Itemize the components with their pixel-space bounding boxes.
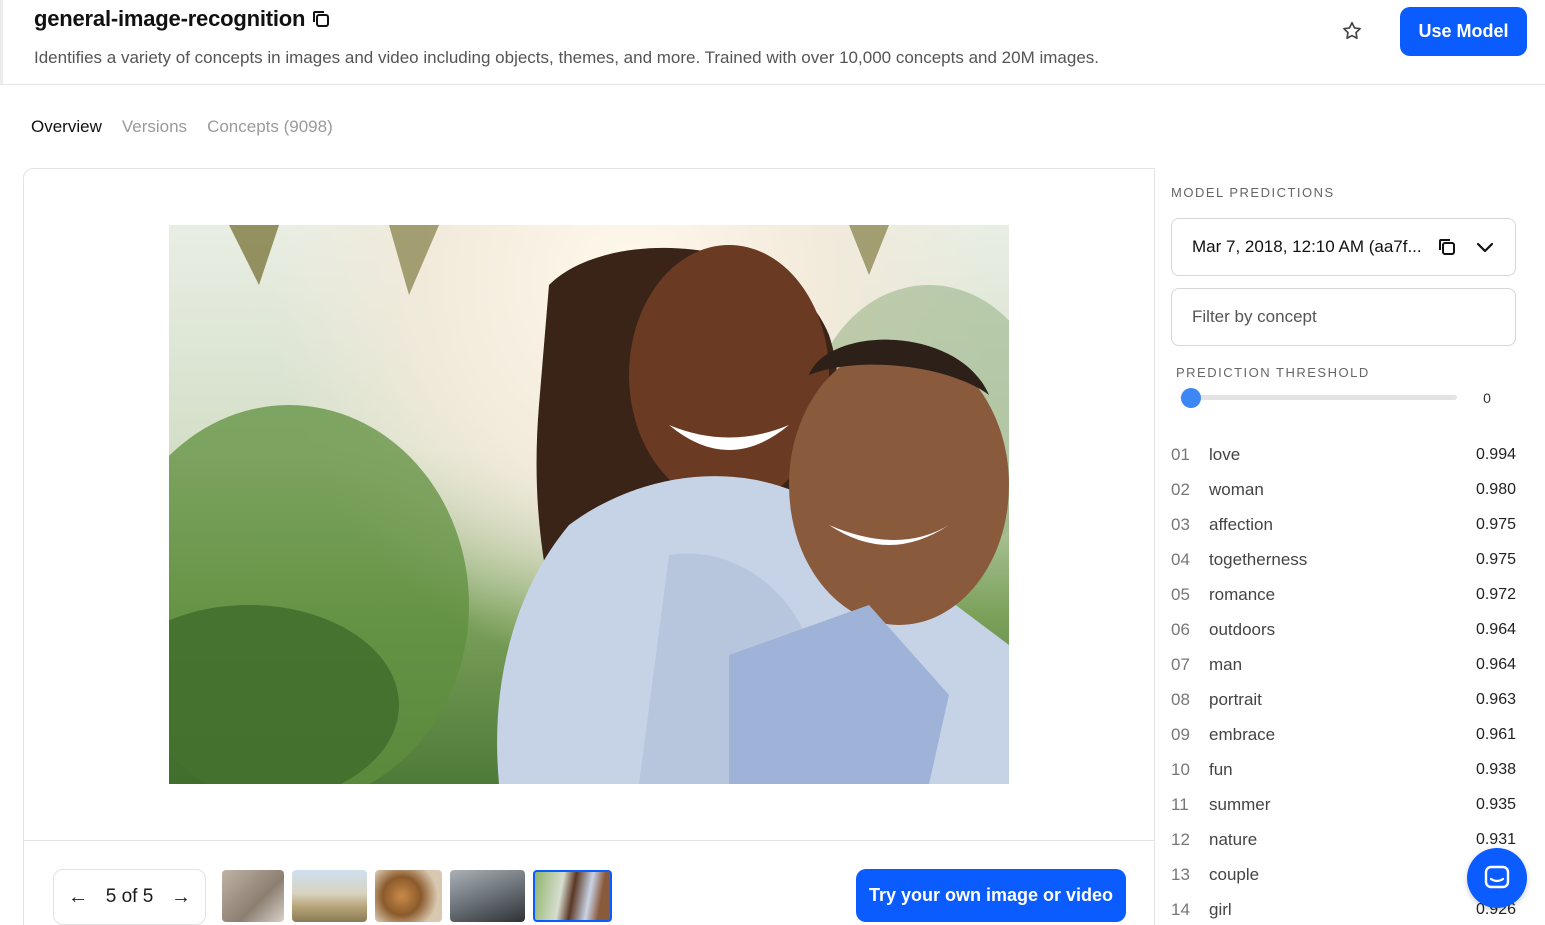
prediction-score: 0.961 [1475,725,1516,743]
predictions-heading: MODEL PREDICTIONS [1171,185,1335,200]
thumbnail-strip [222,870,612,922]
image-pager: ← 5 of 5 → [53,869,206,925]
tab-bar: Overview Versions Concepts (9098) [31,117,333,137]
model-title: general-image-recognition [34,6,306,31]
prediction-index: 14 [1171,899,1190,919]
prediction-score: 0.980 [1475,480,1516,498]
prediction-score: 0.931 [1475,830,1516,848]
thumbnail-3[interactable] [375,870,442,922]
prediction-concept: man [1209,654,1243,674]
version-select-value: Mar 7, 2018, 12:10 AM (aa7f... [1192,237,1422,256]
chat-support-icon[interactable] [1467,848,1527,908]
prediction-concept: portrait [1209,689,1262,709]
prediction-score: 0.994 [1475,445,1516,463]
prediction-index: 06 [1171,619,1190,639]
prediction-concept: fun [1209,759,1233,779]
threshold-slider-handle[interactable] [1181,388,1201,408]
page-header: general-image-recognition Identifies a v… [0,0,1545,85]
prediction-index: 10 [1171,759,1190,779]
prediction-score: 0.975 [1475,550,1516,568]
prediction-row: 10 fun 0.938 [1171,752,1516,787]
preview-divider [24,840,1154,841]
prediction-index: 08 [1171,689,1190,709]
prediction-concept: nature [1209,829,1258,849]
preview-panel: ← 5 of 5 → Try your own image or video [23,168,1155,925]
pager-text: 5 of 5 [105,886,154,907]
prediction-index: 13 [1171,864,1190,884]
tab-versions[interactable]: Versions [122,117,187,137]
title-row: general-image-recognition [34,6,331,32]
prediction-row: 12 nature 0.931 [1171,822,1516,857]
next-arrow-icon[interactable]: → [171,886,191,909]
prediction-row: 02 woman 0.980 [1171,472,1516,507]
prediction-row: 03 affection 0.975 [1171,507,1516,542]
prediction-row: 05 romance 0.972 [1171,577,1516,612]
prediction-row: 01 love 0.994 [1171,437,1516,472]
prediction-score: 0.935 [1475,795,1516,813]
prediction-row: 04 togetherness 0.975 [1171,542,1516,577]
prediction-score: 0.964 [1475,620,1516,638]
prev-arrow-icon[interactable]: ← [68,886,88,909]
prediction-index: 04 [1171,549,1190,569]
prediction-index: 03 [1171,514,1190,534]
prediction-score: 0.963 [1475,690,1516,708]
try-own-image-button[interactable]: Try your own image or video [856,869,1126,922]
prediction-concept: summer [1209,794,1271,814]
star-icon[interactable] [1338,17,1366,45]
prediction-row: 11 summer 0.935 [1171,787,1516,822]
predictions-list: 01 love 0.994 02 woman 0.980 03 affection 0.97… [1171,437,1516,925]
prediction-index: 07 [1171,654,1190,674]
threshold-value[interactable]: 0 [1473,387,1501,409]
prediction-concept: girl [1209,899,1232,919]
chevron-down-icon [1475,237,1495,257]
tab-overview[interactable]: Overview [31,117,102,137]
threshold-slider-track[interactable] [1180,395,1457,400]
prediction-index: 12 [1171,829,1190,849]
preview-image [169,225,1009,784]
prediction-row: 08 portrait 0.963 [1171,682,1516,717]
prediction-row: 14 girl 0.926 [1171,892,1516,925]
prediction-concept: romance [1209,584,1276,604]
prediction-score: 0.938 [1475,760,1516,778]
thumbnail-5-selected[interactable] [533,870,612,922]
prediction-concept: affection [1209,514,1273,534]
prediction-row: 07 man 0.964 [1171,647,1516,682]
prediction-concept: togetherness [1209,549,1308,569]
prediction-index: 09 [1171,724,1190,744]
prediction-concept: outdoors [1209,619,1276,639]
copy-icon[interactable] [1437,237,1457,257]
prediction-index: 11 [1171,794,1189,814]
prediction-row: 09 embrace 0.961 [1171,717,1516,752]
prediction-concept: love [1209,444,1241,464]
tab-concepts[interactable]: Concepts (9098) [207,117,333,137]
thumbnail-4[interactable] [450,870,525,922]
prediction-index: 05 [1171,584,1190,604]
prediction-concept: woman [1209,479,1264,499]
use-model-button[interactable]: Use Model [1400,7,1527,56]
prediction-row: 13 couple [1171,857,1516,892]
threshold-label: PREDICTION THRESHOLD [1176,365,1370,380]
thumbnail-2[interactable] [292,870,367,922]
prediction-score: 0.964 [1475,655,1516,673]
prediction-index: 02 [1171,479,1190,499]
prediction-row: 06 outdoors 0.964 [1171,612,1516,647]
copy-icon[interactable] [311,9,331,29]
model-description: Identifies a variety of concepts in imag… [34,48,1099,67]
prediction-index: 01 [1171,444,1190,464]
prediction-score: 0.972 [1475,585,1516,603]
filter-by-concept-input[interactable] [1171,288,1516,346]
prediction-concept: embrace [1209,724,1276,744]
version-select[interactable]: Mar 7, 2018, 12:10 AM (aa7f... [1171,218,1516,276]
prediction-score: 0.975 [1475,515,1516,533]
thumbnail-1[interactable] [222,870,284,922]
